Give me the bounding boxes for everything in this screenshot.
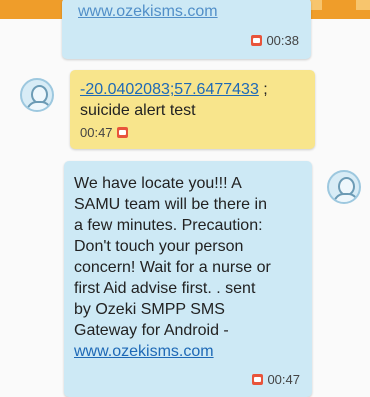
message-line: Don't touch your person	[74, 238, 244, 255]
message-text-line: suicide alert test	[80, 102, 196, 119]
message-time: 00:38	[266, 33, 299, 48]
message-meta: 00:47	[80, 122, 128, 143]
message-time: 00:47	[267, 372, 300, 387]
message-line: Gateway for Android -	[74, 322, 229, 339]
coordinates-link[interactable]: -20.0402083;57.6477433	[80, 81, 259, 98]
sms-icon	[116, 127, 128, 138]
message-meta: 00:38	[251, 30, 299, 51]
message-line: a few minutes. Precaution:	[74, 217, 263, 234]
avatar-shoulders	[26, 101, 52, 110]
contact-avatar-icon[interactable]	[20, 78, 54, 112]
message-meta: 00:47	[252, 369, 300, 390]
ozeki-link[interactable]: www.ozekisms.com	[74, 343, 214, 360]
message-time: 00:47	[80, 125, 113, 140]
top-bar-fragment	[356, 0, 370, 10]
message-line: by Ozeki SMPP SMS	[74, 301, 225, 318]
message-line: first Aid advise first. . sent	[74, 280, 256, 297]
sms-icon	[251, 35, 263, 46]
message-line: concern! Wait for a nurse or	[74, 259, 271, 276]
avatar-shoulders	[333, 193, 359, 202]
message-text-tail: ;	[258, 81, 268, 98]
message-bubble-received[interactable]: -20.0402083;57.6477433 ; suicide alert t…	[70, 70, 315, 149]
message-text: -20.0402083;57.6477433 ; suicide alert t…	[80, 79, 307, 121]
message-line: We have locate you!!! A	[74, 175, 242, 192]
contact-avatar-icon[interactable]	[327, 170, 361, 204]
message-bubble-sent[interactable]: We have locate you!!! A SAMU team will b…	[64, 161, 312, 397]
message-line: SAMU team will be there in	[74, 196, 267, 213]
message-text: We have locate you!!! A SAMU team will b…	[74, 173, 304, 362]
message-link-partial[interactable]: www.ozekisms.com	[78, 1, 218, 22]
sms-icon	[252, 374, 264, 385]
message-bubble-sent[interactable]: www.ozekisms.com 00:38	[62, 0, 311, 59]
